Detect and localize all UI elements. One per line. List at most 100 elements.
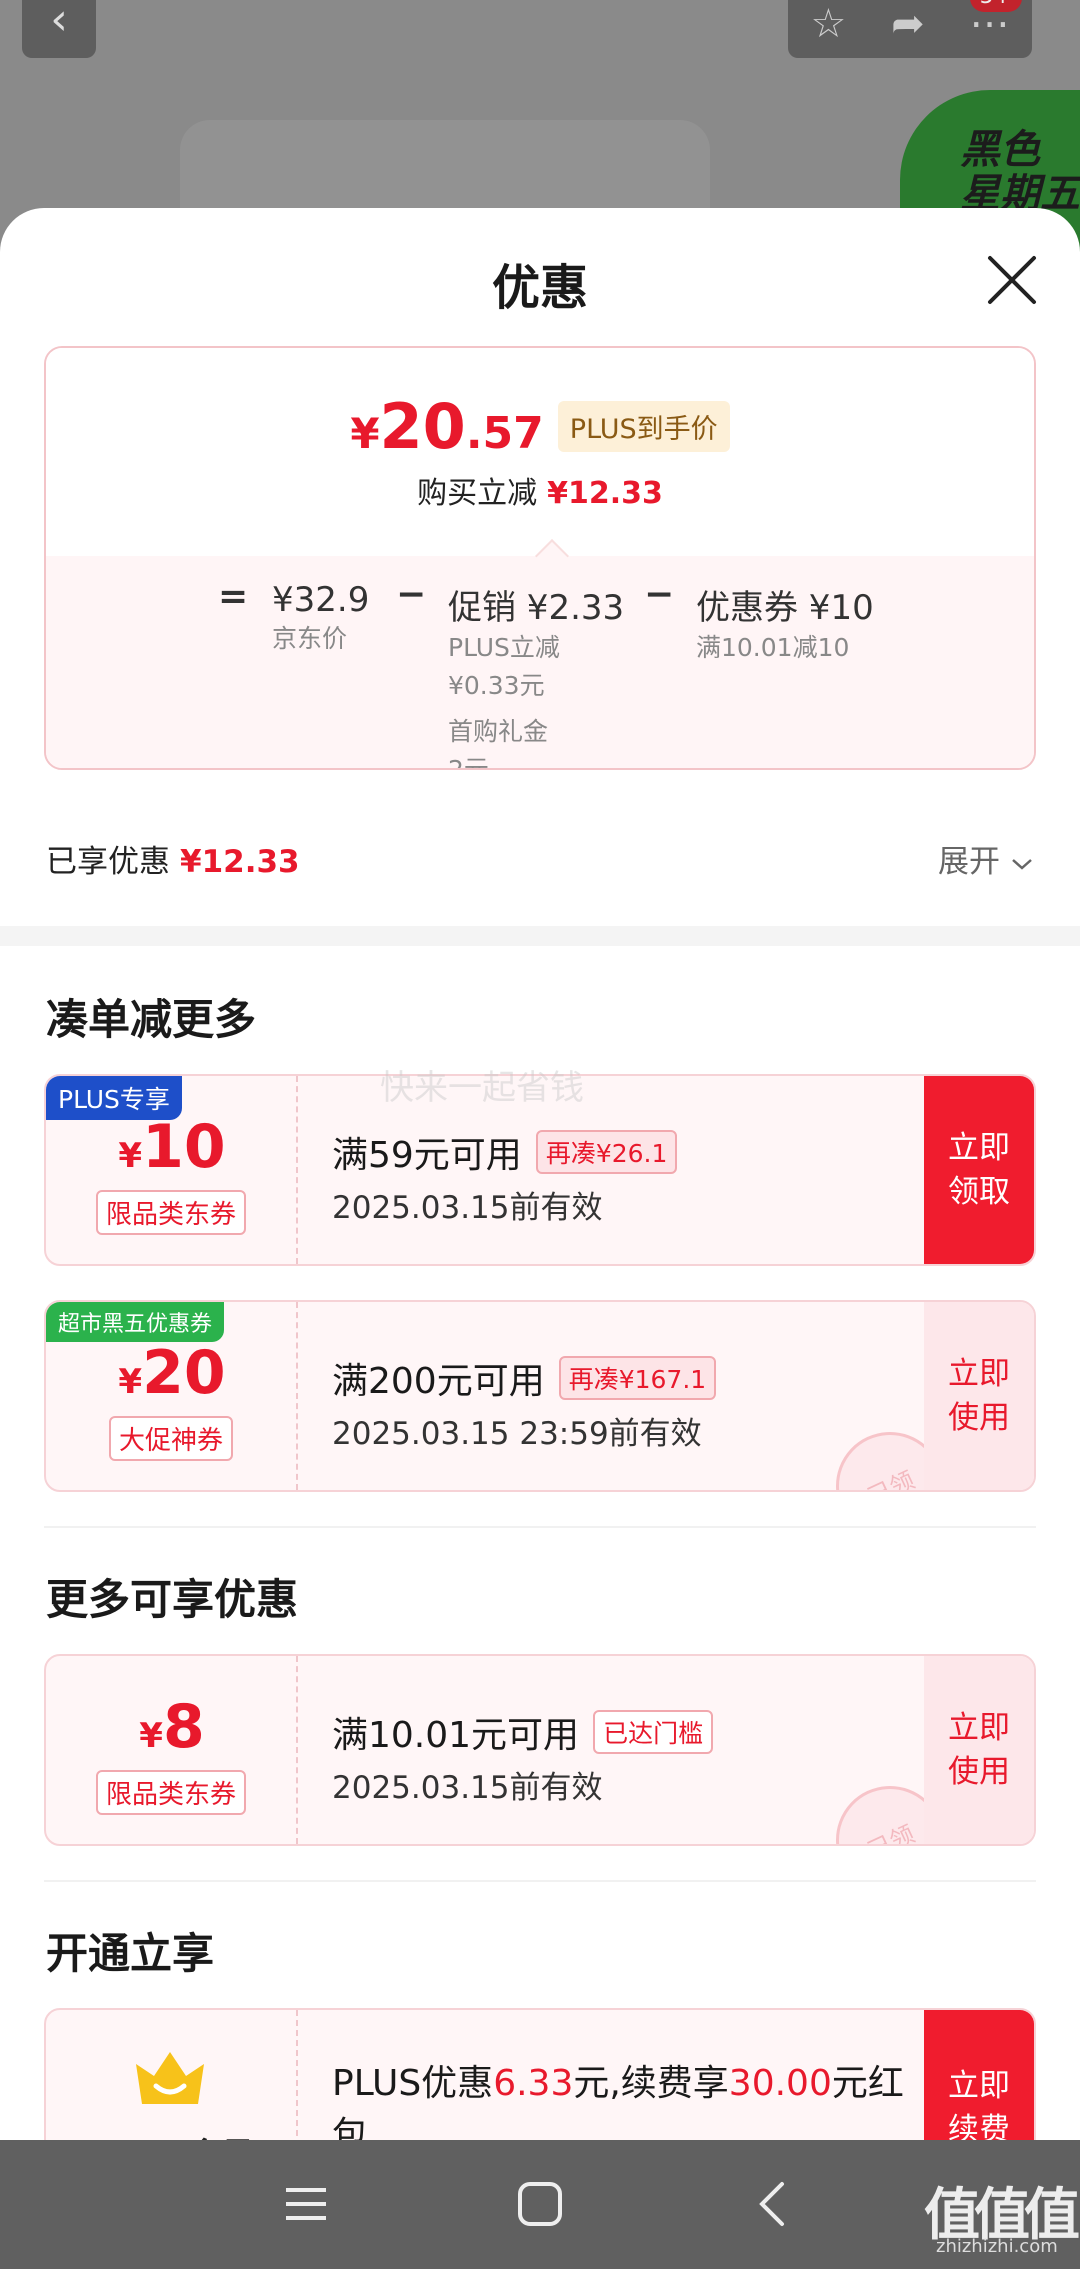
coupon-amount: ¥10	[46, 1112, 298, 1182]
star-icon[interactable]: ☆	[810, 1, 846, 47]
divider	[44, 1880, 1036, 1882]
use-label-2: 使用	[948, 1754, 1010, 1790]
plus-membership-card: PLUS会员 PLUS优惠6.33元,续费享30.00元红包 立即续费	[44, 2008, 1036, 2140]
coupon-badge: PLUS专享	[46, 1076, 182, 1120]
enjoyed-label: 已享优惠	[46, 844, 170, 880]
equals-sign: =	[218, 576, 249, 617]
recent-apps-icon[interactable]	[274, 2172, 338, 2236]
final-price: ¥20.57 PLUS到手价	[46, 390, 1034, 463]
claim-button[interactable]: 立即 领取	[924, 1076, 1034, 1264]
coupon-currency: ¥	[118, 1362, 143, 1402]
currency-symbol: ¥	[350, 409, 380, 458]
coupon-type: 限品类东券	[95, 1190, 247, 1235]
plus-text-b: 元,续费享	[573, 2063, 729, 2104]
coupon-condition-text: 满200元可用	[332, 1361, 545, 1402]
coupon-card: ¥20 大促神券 超市黑五优惠券 满200元可用 再凑¥167.1 2025.0…	[44, 1300, 1036, 1492]
reduce-value: ¥12.33	[547, 476, 663, 511]
claim-label-1: 立即	[948, 1130, 1010, 1166]
coupon-date: 2025.03.15前有效	[332, 1190, 603, 1226]
coupon-currency: ¥	[139, 1716, 163, 1756]
minus-sign: −	[396, 574, 427, 615]
coupon-amount: ¥8	[46, 1692, 298, 1762]
promo-line-1: 黑色	[960, 127, 1040, 173]
renew-label-1: 立即	[948, 2068, 1010, 2104]
share-icon[interactable]: ➦	[891, 1, 925, 47]
enjoyed-discount: 已享优惠 ¥12.33	[46, 836, 300, 881]
claim-label-2: 领取	[948, 1174, 1010, 1210]
price-decimal: .57	[465, 408, 544, 459]
coupon-currency: ¥	[118, 1136, 143, 1176]
coupon-left: ¥8 限品类东券	[46, 1656, 298, 1844]
price-summary: ¥20.57 PLUS到手价 购买立减 ¥12.33 = ¥32.9 京东价 − …	[44, 346, 1036, 770]
coupon-date: 2025.03.15前有效	[332, 1770, 603, 1806]
coupon-amount-value: 8	[162, 1692, 205, 1762]
formula-base: ¥32.9 京东价	[272, 580, 369, 658]
reduce-label: 购买立减	[417, 476, 538, 511]
coupon-amount: ¥20	[46, 1338, 298, 1408]
coupon-value: 优惠券 ¥10	[696, 588, 874, 628]
chevron-left-icon: ‹	[50, 0, 68, 45]
sheet-title: 优惠	[491, 260, 588, 316]
expand-label: 展开	[938, 844, 1000, 880]
back-nav-icon[interactable]	[742, 2172, 806, 2236]
coupon-badge: 超市黑五优惠券	[46, 1302, 225, 1342]
coupon-rule: 满10.01减10	[696, 633, 850, 662]
formula-coupon: 优惠券 ¥10 满10.01减10	[696, 580, 874, 667]
coupon-amount-value: 10	[142, 1112, 226, 1182]
section-title-more-order: 凑单减更多	[46, 995, 257, 1044]
section-title-more-benefits: 更多可享优惠	[46, 1575, 299, 1624]
discount-sheet: 优惠 ¥20.57 PLUS到手价 购买立减 ¥12.33 = ¥32.9 京东价…	[0, 208, 1080, 2140]
plus-name: PLUS会员	[46, 2128, 298, 2140]
reduce-row: 购买立减 ¥12.33	[46, 468, 1034, 512]
promo-sub-plus: PLUS立减	[448, 633, 560, 662]
enjoyed-value: ¥12.33	[180, 844, 300, 880]
promo-sub-plus-amount: ¥0.33元	[448, 671, 545, 700]
coupon-type: 限品类东券	[95, 1770, 247, 1815]
coupon-tag: 再凑¥26.1	[535, 1130, 678, 1174]
price-integer: 20	[379, 390, 466, 463]
plus-amount-b: 30.00	[728, 2063, 832, 2104]
crown-icon	[136, 2052, 204, 2104]
plus-price-tag: PLUS到手价	[557, 401, 730, 452]
use-label-1: 立即	[948, 1710, 1010, 1746]
plus-text-a: PLUS优惠	[332, 2063, 494, 2104]
coupon-card: ¥8 限品类东券 满10.01元可用 已达门槛 2025.03.15前有效 已领…	[44, 1654, 1036, 1846]
close-icon[interactable]	[984, 252, 1040, 308]
system-navigation-bar: 值值值 zhizhizhi.com	[0, 2140, 1080, 2269]
home-icon[interactable]	[508, 2172, 572, 2236]
plus-amount-a: 6.33	[493, 2063, 574, 2104]
back-button[interactable]: ‹	[22, 0, 96, 58]
formula-promo: 促销 ¥2.33 PLUS立减 ¥0.33元 首购礼金 2元	[448, 580, 625, 770]
plus-offer-text: PLUS优惠6.33元,续费享30.00元红包	[332, 2058, 932, 2140]
use-label-1: 立即	[948, 1356, 1010, 1392]
renew-button[interactable]: 立即 续费	[924, 2010, 1034, 2140]
section-title-open-now: 开通立享	[46, 1929, 215, 1978]
coupon-date: 2025.03.15 23:59前有效	[332, 1416, 702, 1452]
coupon-condition-text: 满59元可用	[332, 1135, 522, 1176]
chevron-down-icon	[1012, 858, 1032, 870]
base-price: ¥32.9	[272, 580, 370, 620]
coupon-tag: 已达门槛	[593, 1710, 714, 1754]
coupon-amount-value: 20	[142, 1338, 226, 1408]
coupon-condition: 满10.01元可用 已达门槛	[332, 1706, 714, 1758]
top-actions: ☆ ➦ ⋯ 5+	[788, 0, 1032, 58]
promo-value: 促销 ¥2.33	[448, 588, 625, 628]
use-button[interactable]: 立即 使用	[924, 1656, 1034, 1844]
minus-sign: −	[644, 574, 675, 615]
use-label-2: 使用	[948, 1400, 1010, 1436]
coupon-condition-text: 满10.01元可用	[332, 1715, 580, 1756]
section-divider	[0, 926, 1080, 946]
promo-sub-gift-amount: 2元	[448, 755, 489, 770]
renew-label-2: 续费	[948, 2112, 1010, 2140]
divider	[44, 1526, 1036, 1528]
base-price-label: 京东价	[272, 624, 348, 653]
message-badge: 5+	[969, 0, 1022, 12]
site-domain: zhizhizhi.com	[936, 2236, 1058, 2257]
coupon-tag: 再凑¥167.1	[558, 1356, 717, 1400]
expand-button[interactable]: 展开	[938, 836, 1034, 881]
coupon-condition: 满59元可用 再凑¥26.1	[332, 1126, 678, 1178]
watermark-text: 快来一起省钱	[380, 1068, 584, 1108]
coupon-type: 大促神券	[108, 1416, 234, 1461]
promo-sub-gift: 首购礼金	[448, 717, 549, 746]
use-button[interactable]: 立即 使用	[924, 1302, 1034, 1490]
